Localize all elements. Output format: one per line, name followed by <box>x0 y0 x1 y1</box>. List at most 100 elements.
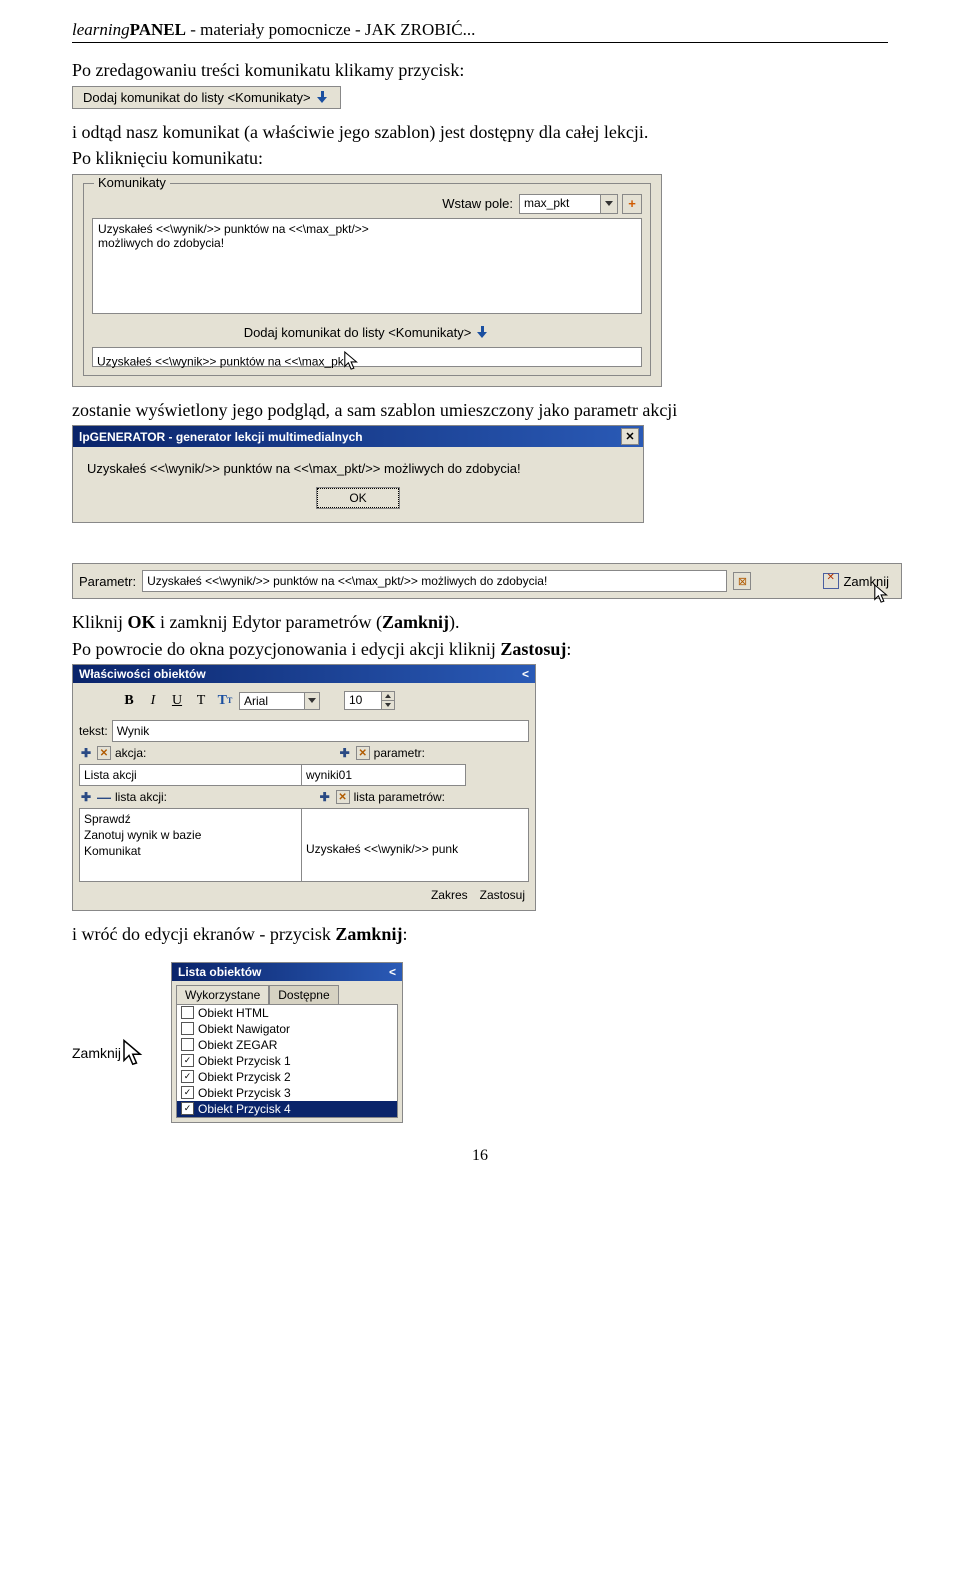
paragraph-6: Po powrocie do okna pozycjonowania i edy… <box>72 638 888 661</box>
zastosuj-button[interactable]: Zastosuj <box>480 888 525 902</box>
zakres-button[interactable]: Zakres <box>431 888 468 902</box>
alert-ok-button[interactable]: OK <box>317 488 399 508</box>
list-item[interactable]: Komunikat <box>84 843 300 859</box>
delete-icon[interactable]: ✕ <box>336 790 350 804</box>
list-item-label: Obiekt Przycisk 3 <box>198 1086 291 1100</box>
lista-param-listbox[interactable]: Uzyskałeś <<\wynik/>> punk <box>301 808 529 882</box>
paragraph-4: zostanie wyświetlony jego podgląd, a sam… <box>72 399 888 422</box>
plus-icon: + <box>628 197 636 210</box>
list-item-label: Obiekt ZEGAR <box>198 1038 277 1052</box>
cursor-icon <box>121 1038 147 1068</box>
delete-icon[interactable]: ✕ <box>356 746 370 760</box>
lista-param-label: lista parametrów: <box>354 790 445 804</box>
close-icon: ✕ <box>625 430 634 443</box>
list-item[interactable]: ✓ Obiekt Przycisk 4 <box>177 1101 397 1117</box>
checkbox-icon[interactable]: ✓ <box>181 1054 194 1067</box>
add-komunikat-label: Dodaj komunikat do listy <Komunikaty> <box>83 90 311 105</box>
parametr-input[interactable] <box>142 570 727 592</box>
komunikat-textarea[interactable]: Uzyskałeś <<\wynik/>> punktów na <<\max_… <box>92 218 642 314</box>
properties-title: Właściwości obiektów <box>79 667 206 681</box>
parametr-label2: parametr: <box>374 746 425 760</box>
spin-up-icon[interactable] <box>381 692 394 701</box>
dropdown-icon[interactable] <box>600 195 617 213</box>
zamknij-label: Zamknij <box>72 1045 121 1061</box>
checkbox-icon[interactable] <box>181 1022 194 1035</box>
list-item[interactable]: Obiekt HTML <box>177 1005 397 1021</box>
wyniki-input[interactable] <box>301 764 466 786</box>
font-input[interactable] <box>240 693 304 709</box>
paragraph-1: Po zredagowaniu treści komunikatu klikam… <box>72 59 888 82</box>
close-window-icon <box>823 573 839 589</box>
collapse-icon[interactable]: < <box>522 667 529 681</box>
paragraph-3: Po kliknięciu komunikatu: <box>72 147 888 170</box>
list-item[interactable]: Zanotuj wynik w bazie <box>84 827 300 843</box>
header-panel: PANEL <box>130 20 186 39</box>
list-item[interactable]: ✓ Obiekt Przycisk 2 <box>177 1069 397 1085</box>
list-item-label: Obiekt Przycisk 2 <box>198 1070 291 1084</box>
plus-icon[interactable]: ✚ <box>79 790 93 804</box>
dropdown-icon[interactable] <box>304 693 319 709</box>
wstaw-pole-combo[interactable] <box>519 194 618 214</box>
checkbox-icon[interactable] <box>181 1006 194 1019</box>
list-item[interactable]: Uzyskałeś <<\wynik/>> punk <box>306 841 524 857</box>
checkbox-icon[interactable] <box>181 1038 194 1051</box>
list-item-label: Obiekt Nawigator <box>198 1022 290 1036</box>
add-komunikat-button[interactable]: Dodaj komunikat do listy <Komunikaty> <box>72 86 341 109</box>
object-list-title: Lista obiektów <box>178 965 261 979</box>
list-item[interactable]: Obiekt ZEGAR <box>177 1037 397 1053</box>
add-to-list-button[interactable]: Dodaj komunikat do listy <Komunikaty> <box>234 322 501 343</box>
tab-wykorzystane[interactable]: Wykorzystane <box>176 985 269 1004</box>
list-item[interactable]: Obiekt Nawigator <box>177 1021 397 1037</box>
wstaw-pole-input[interactable] <box>520 195 600 211</box>
collapse-icon[interactable]: < <box>389 965 396 979</box>
tekst-label: tekst: <box>79 724 108 738</box>
checkbox-icon[interactable]: ✓ <box>181 1086 194 1099</box>
plus-icon[interactable]: ✚ <box>338 746 352 760</box>
komunikaty-panel: Komunikaty Wstaw pole: + Uzyskałeś <<\wy… <box>72 174 662 387</box>
plus-icon[interactable]: ✚ <box>79 746 93 760</box>
list-item[interactable]: ✓ Obiekt Przycisk 1 <box>177 1053 397 1069</box>
font-icon[interactable]: TT <box>215 692 235 710</box>
paragraph-7: i wróć do edycji ekranów - przycisk Zamk… <box>72 923 888 946</box>
alert-close-button[interactable]: ✕ <box>621 428 639 445</box>
list-item-label: Obiekt HTML <box>198 1006 269 1020</box>
komunikat-list-text: Uzyskałeś <<\wynik>> punktów na <<\max_p… <box>97 354 344 368</box>
font-size-box[interactable] <box>344 691 395 710</box>
delete-icon[interactable]: ✕ <box>97 746 111 760</box>
bold-button[interactable]: B <box>119 692 139 710</box>
tekst-input[interactable] <box>112 720 529 742</box>
zamknij-area[interactable]: Zamknij <box>72 962 147 1068</box>
lista-akcji-input[interactable] <box>79 764 305 786</box>
wstaw-pole-label: Wstaw pole: <box>442 196 513 211</box>
font-combo[interactable] <box>239 692 320 710</box>
italic-button[interactable]: I <box>143 692 163 710</box>
font-size-input[interactable] <box>345 692 381 708</box>
komunikat-list-item[interactable]: Uzyskałeś <<\wynik>> punktów na <<\max_p… <box>92 347 642 367</box>
param-action-icon[interactable]: ⊠ <box>733 572 751 590</box>
plus-icon[interactable]: ✚ <box>318 790 332 804</box>
minus-icon[interactable]: — <box>97 790 111 804</box>
paragraph-5: Kliknij OK i zamknij Edytor parametrów (… <box>72 611 888 634</box>
object-list[interactable]: Obiekt HTMLObiekt NawigatorObiekt ZEGAR✓… <box>176 1004 398 1118</box>
underline-button[interactable]: U <box>167 692 187 710</box>
checkbox-icon[interactable]: ✓ <box>181 1102 194 1115</box>
list-item[interactable]: ✓ Obiekt Przycisk 3 <box>177 1085 397 1101</box>
lista-akcji-listbox[interactable]: Sprawdź Zanotuj wynik w bazie Komunikat <box>79 808 305 882</box>
down-arrow-icon <box>317 91 330 104</box>
x-icon: ⊠ <box>738 575 747 588</box>
alert-message: Uzyskałeś <<\wynik/>> punktów na <<\max_… <box>87 461 629 476</box>
group-legend: Komunikaty <box>94 175 170 190</box>
akcja-label: akcja: <box>115 746 146 760</box>
list-item[interactable]: Sprawdź <box>84 811 300 827</box>
parametr-bar: Parametr: ⊠ Zamknij <box>72 563 902 599</box>
properties-panel: Właściwości obiektów < B I U T TT <box>72 664 536 911</box>
list-item-label: Obiekt Przycisk 4 <box>198 1102 291 1116</box>
checkbox-icon[interactable]: ✓ <box>181 1070 194 1083</box>
insert-field-button[interactable]: + <box>622 194 642 214</box>
page-number: 16 <box>72 1147 888 1165</box>
text-button[interactable]: T <box>191 692 211 710</box>
tab-dostepne[interactable]: Dostępne <box>269 985 338 1004</box>
spin-down-icon[interactable] <box>381 701 394 709</box>
paragraph-2: i odtąd nasz komunikat (a właściwie jego… <box>72 121 888 144</box>
list-item-label: Obiekt Przycisk 1 <box>198 1054 291 1068</box>
